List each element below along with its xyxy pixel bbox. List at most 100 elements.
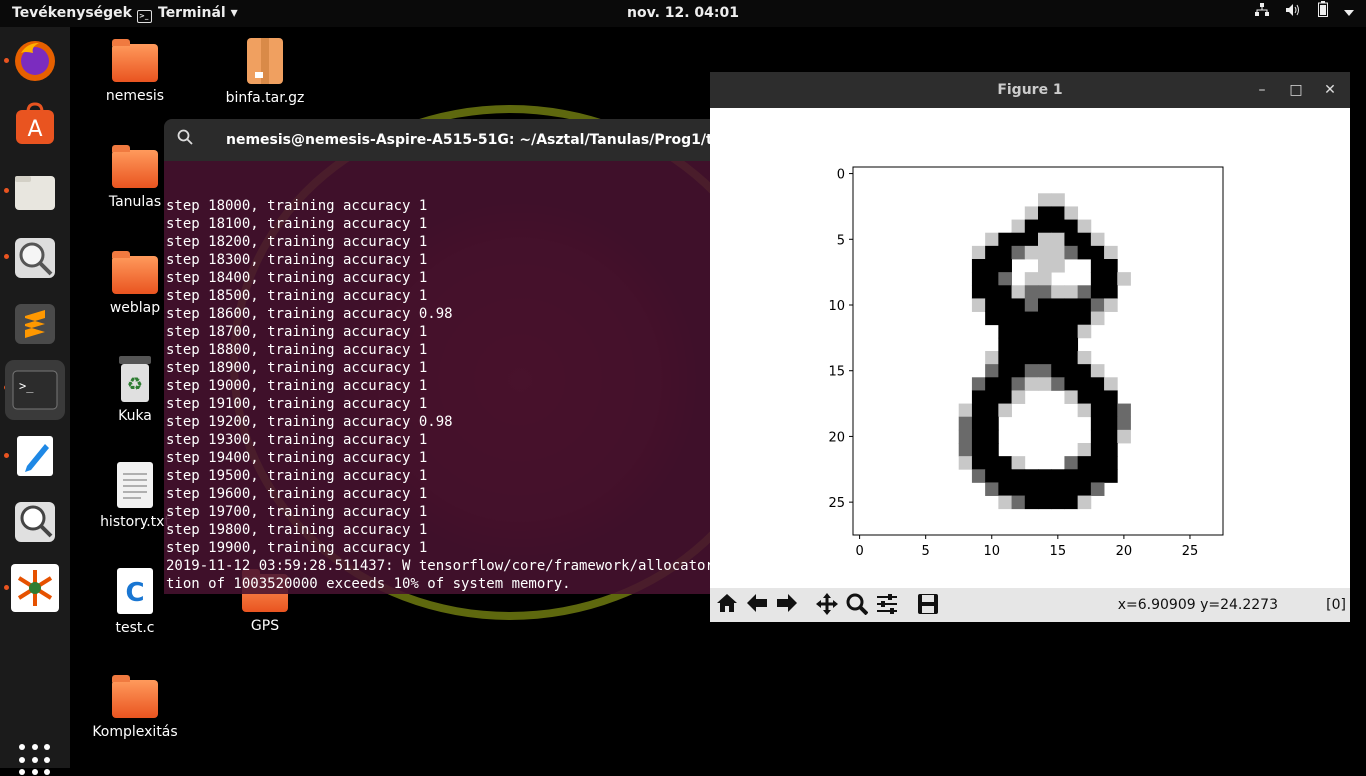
heatmap-cell bbox=[1011, 456, 1026, 470]
heatmap-cell bbox=[1051, 219, 1065, 234]
figure-plot-area[interactable]: 0 5 10 15 20 25 0 5 10 15 20 25 bbox=[710, 108, 1350, 588]
heatmap-cell bbox=[985, 429, 999, 444]
show-applications-button[interactable] bbox=[19, 744, 51, 776]
desktop-icon-komplexitas[interactable]: Komplexitás bbox=[85, 674, 185, 740]
software-center-launcher[interactable]: A bbox=[11, 100, 59, 148]
heatmap-cell bbox=[1077, 219, 1092, 234]
heatmap-cell bbox=[1090, 298, 1105, 312]
home-icon[interactable] bbox=[714, 593, 740, 617]
svg-text:A: A bbox=[27, 117, 42, 142]
figure-toolbar: x=6.90909 y=24.2273 [0] bbox=[710, 588, 1350, 622]
heatmap-cell bbox=[1077, 495, 1092, 510]
heatmap-cell bbox=[998, 469, 1012, 483]
heatmap-cell bbox=[985, 259, 999, 273]
heatmap-cell bbox=[1077, 364, 1092, 378]
heatmap-cell bbox=[1051, 259, 1065, 273]
app-menu-button[interactable]: >_ Terminál ▾ bbox=[137, 0, 238, 27]
text-editor-launcher[interactable] bbox=[11, 432, 59, 480]
heatmap-cell bbox=[1064, 337, 1079, 352]
heatmap-cell bbox=[1051, 285, 1065, 299]
figure-header[interactable]: Figure 1 – □ ✕ bbox=[710, 72, 1350, 108]
heatmap-cell bbox=[971, 377, 986, 391]
heatmap-cell bbox=[1077, 245, 1092, 260]
x-tick-label: 25 bbox=[1182, 544, 1199, 559]
folder-icon bbox=[112, 675, 158, 718]
image-viewer-launcher[interactable] bbox=[11, 234, 59, 282]
configure-icon[interactable] bbox=[874, 593, 900, 617]
heatmap-cell bbox=[985, 298, 999, 312]
clock[interactable]: nov. 12. 04:01 bbox=[627, 5, 739, 21]
heatmap-cell bbox=[1064, 456, 1079, 470]
app-8-launcher[interactable] bbox=[11, 564, 59, 612]
search-icon bbox=[15, 502, 55, 542]
maximize-icon[interactable]: □ bbox=[1284, 72, 1308, 108]
running-indicator bbox=[4, 453, 9, 458]
heatmap-cell bbox=[1117, 429, 1131, 444]
heatmap-cell bbox=[998, 259, 1012, 273]
desktop-icon-label: Komplexitás bbox=[92, 724, 178, 740]
heatmap-cell bbox=[1064, 245, 1079, 260]
minimize-icon[interactable]: – bbox=[1250, 72, 1274, 108]
heatmap-cell bbox=[1077, 285, 1092, 299]
heatmap-cell bbox=[985, 377, 999, 391]
heatmap-cell bbox=[1038, 206, 1052, 220]
files-launcher[interactable] bbox=[11, 168, 59, 216]
heatmap-cell bbox=[1064, 495, 1079, 510]
heatmap-cell bbox=[1064, 324, 1079, 339]
heatmap-cell bbox=[971, 469, 986, 483]
heatmap-cell bbox=[998, 232, 1012, 247]
heatmap-cell bbox=[1038, 482, 1052, 496]
heatmap-cell bbox=[1038, 232, 1052, 247]
x-tick-label: 15 bbox=[1050, 544, 1067, 559]
heatmap-cell bbox=[985, 482, 999, 496]
forward-icon[interactable] bbox=[774, 593, 800, 617]
heatmap-cell bbox=[1051, 495, 1065, 510]
terminal-launcher[interactable]: >_ bbox=[5, 360, 65, 420]
system-tray[interactable] bbox=[1243, 0, 1354, 27]
heatmap-cell bbox=[998, 245, 1012, 260]
heatmap-cell bbox=[985, 390, 999, 404]
heatmap-cell bbox=[1104, 259, 1118, 273]
y-tick-label: 15 bbox=[828, 365, 845, 380]
desktop-icon-nemesis[interactable]: nemesis bbox=[85, 38, 185, 104]
folder-icon bbox=[112, 145, 158, 188]
desktop-icon-binfa[interactable]: binfa.tar.gz bbox=[215, 38, 315, 106]
activities-button[interactable]: Tevékenységek bbox=[12, 0, 132, 27]
firefox-icon bbox=[15, 41, 55, 81]
heatmap-cell bbox=[1090, 311, 1105, 326]
heatmap-cell bbox=[1011, 495, 1026, 510]
terminal-title: nemesis@nemesis-Aspire-A515-51G: ~/Aszta… bbox=[226, 132, 758, 148]
close-icon[interactable]: ✕ bbox=[1318, 72, 1342, 108]
heatmap-cell bbox=[1011, 232, 1026, 247]
heatmap-cell bbox=[1104, 443, 1118, 457]
sublime-text-launcher[interactable] bbox=[11, 300, 59, 348]
heatmap-cell bbox=[1024, 482, 1039, 496]
save-icon[interactable] bbox=[915, 593, 941, 617]
heatmap-cell bbox=[1090, 443, 1105, 457]
back-icon[interactable] bbox=[744, 593, 770, 617]
heatmap-cell bbox=[971, 259, 986, 273]
heatmap-cell bbox=[1064, 219, 1079, 234]
pan-icon[interactable] bbox=[814, 593, 840, 617]
heatmap-cell bbox=[1117, 272, 1131, 286]
heatmap-cell bbox=[985, 232, 999, 247]
heatmap-cell bbox=[985, 364, 999, 378]
search-icon[interactable] bbox=[173, 128, 197, 152]
heatmap-cell bbox=[1064, 469, 1079, 483]
heatmap-cell bbox=[985, 311, 999, 326]
chevron-down-icon: ▾ bbox=[230, 5, 238, 21]
zoom-icon[interactable] bbox=[844, 593, 870, 617]
heatmap-cell bbox=[1051, 351, 1065, 365]
heatmap-cell bbox=[985, 245, 999, 260]
figure-window[interactable]: Figure 1 – □ ✕ 0 5 10 15 20 25 0 5 10 15 20 25 x=6.… bbox=[710, 72, 1350, 622]
search-launcher[interactable] bbox=[11, 498, 59, 546]
heatmap-cell bbox=[1038, 193, 1052, 207]
archive-icon bbox=[242, 38, 288, 84]
heatmap-cell bbox=[1064, 482, 1079, 496]
heatmap-cell bbox=[1011, 364, 1026, 378]
heatmap-cell bbox=[1104, 429, 1118, 444]
heatmap-cell bbox=[1024, 219, 1039, 234]
firefox-launcher[interactable] bbox=[11, 37, 59, 85]
heatmap-cell bbox=[1011, 377, 1026, 391]
heatmap-cell bbox=[1077, 298, 1092, 312]
